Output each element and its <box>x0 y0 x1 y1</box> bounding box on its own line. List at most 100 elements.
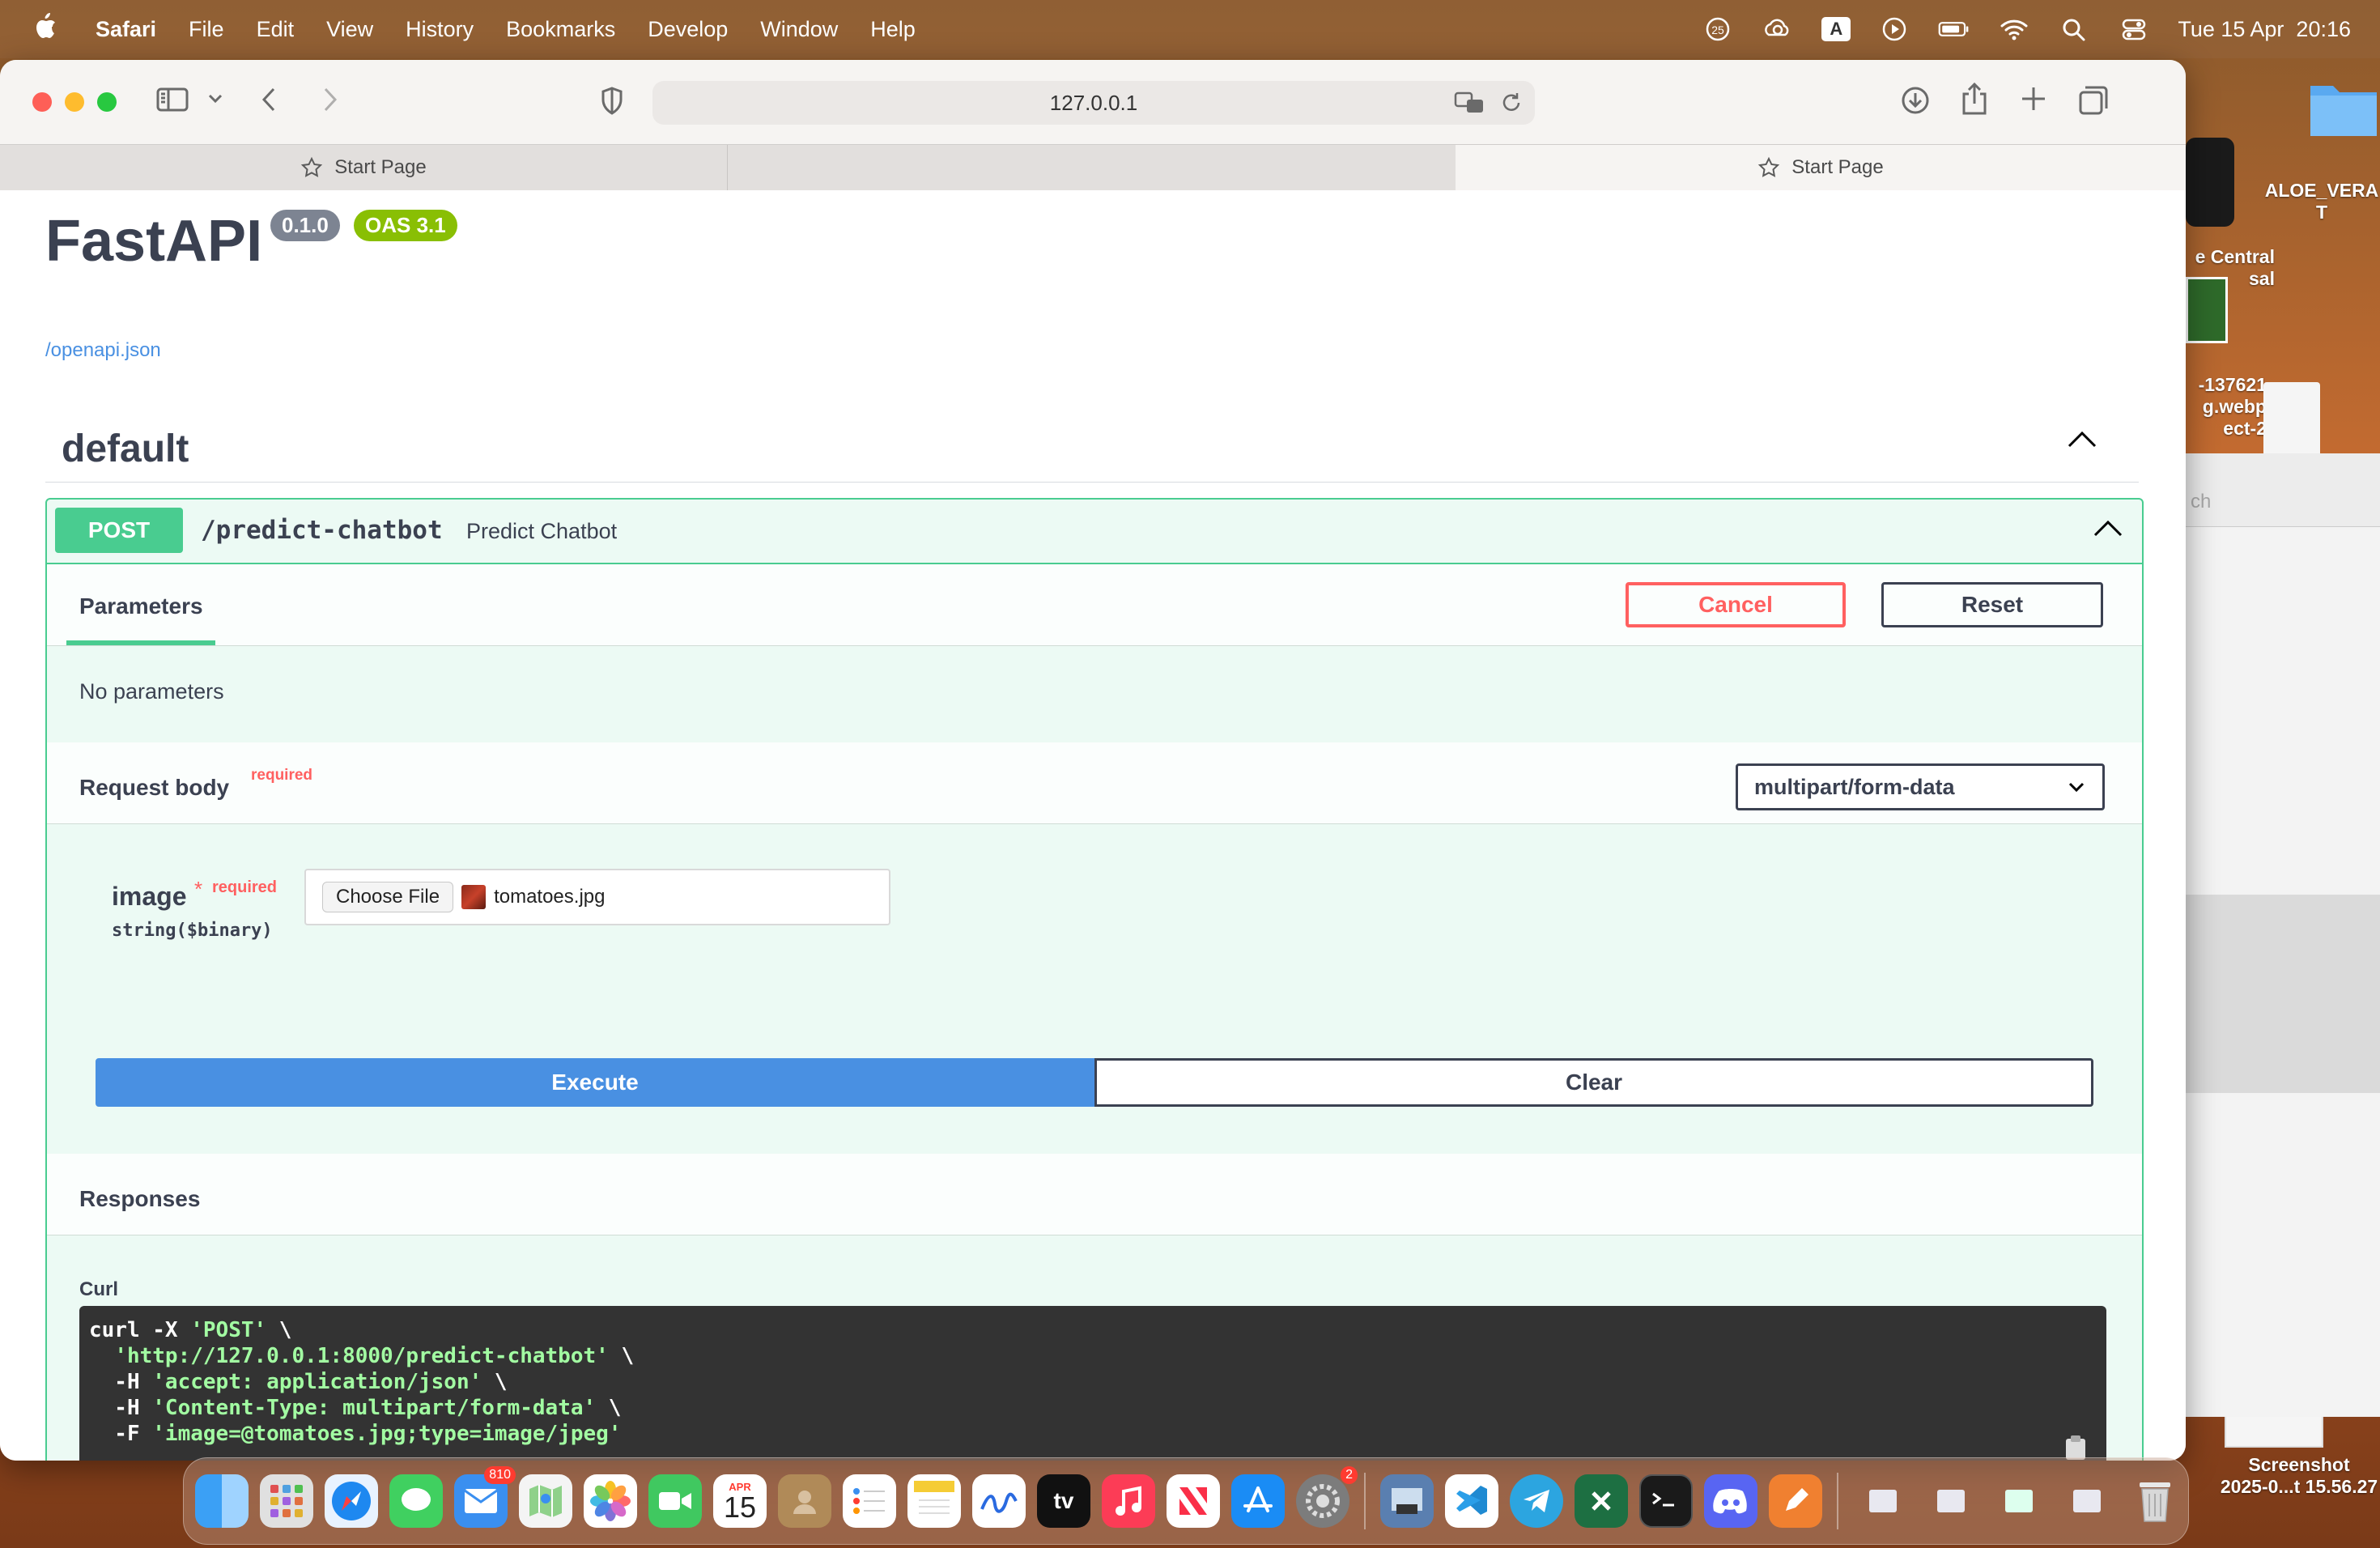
apple-tv-icon[interactable]: tv <box>1037 1474 1090 1528</box>
launchpad-icon[interactable] <box>260 1474 313 1528</box>
menu-view[interactable]: View <box>326 17 373 42</box>
discord-icon[interactable] <box>1704 1474 1757 1528</box>
desktop-folder-label[interactable]: ALOE_VERA T <box>2263 180 2380 223</box>
operation-summary[interactable]: POST /predict-chatbot Predict Chatbot <box>47 500 2142 564</box>
status-badge-icon[interactable]: 25 <box>1702 15 1734 43</box>
new-tab-icon[interactable] <box>2019 84 2048 113</box>
control-center-icon[interactable] <box>2118 15 2150 43</box>
privacy-shield-icon[interactable] <box>599 86 625 117</box>
mail-icon[interactable]: 810 <box>454 1466 516 1528</box>
messages-icon[interactable] <box>389 1474 443 1528</box>
menu-develop[interactable]: Develop <box>648 17 728 42</box>
file-input[interactable]: Choose File tomatoes.jpg <box>304 869 890 925</box>
preview-icon[interactable] <box>1380 1474 1434 1528</box>
menu-help[interactable]: Help <box>870 17 916 42</box>
content-type-value: multipart/form-data <box>1754 774 1955 799</box>
trash-icon[interactable] <box>2128 1474 2182 1528</box>
section-header-default[interactable]: default <box>45 401 2139 483</box>
calendar-icon[interactable]: APR 15 <box>713 1474 767 1528</box>
notes-icon[interactable] <box>907 1474 961 1528</box>
download-icon[interactable] <box>1899 84 1932 117</box>
address-bar[interactable]: 127.0.0.1 <box>652 81 1535 125</box>
battery-icon[interactable] <box>1938 15 1970 43</box>
music-icon[interactable] <box>1102 1474 1155 1528</box>
share-icon[interactable] <box>1959 81 1990 117</box>
image-thumbnail[interactable] <box>2186 277 2228 343</box>
safari-toolbar: 127.0.0.1 <box>0 60 2186 144</box>
facetime-icon[interactable] <box>648 1474 702 1528</box>
back-icon[interactable] <box>257 84 282 115</box>
menu-window[interactable]: Window <box>760 17 838 42</box>
reload-icon[interactable] <box>1499 91 1524 121</box>
app-store-icon[interactable] <box>1231 1474 1285 1528</box>
spotlight-search-icon[interactable] <box>2058 15 2090 43</box>
curl-line-suffix: \ <box>482 1370 508 1394</box>
execute-button[interactable]: Execute <box>96 1058 1094 1107</box>
clear-button[interactable]: Clear <box>1094 1058 2093 1107</box>
excel-icon[interactable] <box>1575 1474 1628 1528</box>
input-source-icon[interactable]: A <box>1821 17 1851 41</box>
cancel-button[interactable]: Cancel <box>1626 582 1846 627</box>
minimized-window-thumbnail[interactable] <box>2005 1490 2033 1512</box>
openapi-json-link[interactable]: /openapi.json <box>45 339 161 362</box>
safari-icon[interactable] <box>325 1474 378 1528</box>
curl-line-string: 'POST' <box>190 1318 267 1342</box>
menu-edit[interactable]: Edit <box>257 17 295 42</box>
apple-menu-icon[interactable] <box>29 12 62 47</box>
oas-badge: OAS 3.1 <box>354 210 457 241</box>
telegram-icon[interactable] <box>1510 1474 1563 1528</box>
param-type: string($binary) <box>112 921 273 941</box>
sidebar-toggle-icon[interactable] <box>155 86 189 113</box>
apple-tv-label: tv <box>1053 1488 1074 1513</box>
close-window-button[interactable] <box>32 92 52 112</box>
zoom-window-button[interactable] <box>97 92 117 112</box>
system-settings-icon[interactable]: 2 <box>1296 1466 1358 1528</box>
finder-icon[interactable] <box>195 1474 249 1528</box>
contacts-icon[interactable] <box>778 1474 831 1528</box>
curl-code-block[interactable]: curl -X 'POST' \ 'http://127.0.0.1:8000/… <box>79 1306 2106 1461</box>
desktop-file-label[interactable]: -137621 g.webp ect-2 <box>2186 374 2267 440</box>
vscode-icon[interactable] <box>1445 1474 1498 1528</box>
freeform-icon[interactable] <box>972 1474 1026 1528</box>
translate-icon[interactable] <box>1454 91 1485 121</box>
tab-start-page-2[interactable]: Start Page <box>1456 145 2186 190</box>
play-icon[interactable] <box>1878 15 1910 43</box>
desktop-screenshot-label[interactable]: Screenshot 2025-0...t 15.56.27 <box>2218 1454 2380 1498</box>
minimize-window-button[interactable] <box>65 92 84 112</box>
wifi-icon[interactable] <box>1998 15 2030 43</box>
terminal-icon[interactable] <box>1639 1474 1693 1528</box>
menubar-datetime[interactable]: Tue 15 Apr 20:16 <box>2178 17 2351 42</box>
chevron-up-icon[interactable] <box>2066 428 2098 453</box>
content-type-select[interactable]: multipart/form-data <box>1736 763 2105 810</box>
minimized-window-thumbnail[interactable] <box>1869 1490 1897 1512</box>
minimized-window-thumbnail[interactable] <box>1937 1490 1965 1512</box>
chevron-down-icon[interactable] <box>207 92 223 105</box>
copy-to-clipboard-icon[interactable] <box>2061 1432 2090 1461</box>
menu-file[interactable]: File <box>189 17 224 42</box>
news-icon[interactable] <box>1167 1474 1220 1528</box>
pencil-app-icon[interactable] <box>1769 1474 1822 1528</box>
tab-empty[interactable] <box>727 145 1456 190</box>
forward-icon[interactable] <box>317 84 342 115</box>
maps-icon[interactable] <box>519 1474 572 1528</box>
tab-label: Start Page <box>1791 156 1884 178</box>
tab-start-page-1[interactable]: Start Page <box>0 145 728 190</box>
reminders-icon[interactable] <box>843 1474 896 1528</box>
reset-button[interactable]: Reset <box>1881 582 2103 627</box>
app-icon[interactable] <box>2186 138 2234 227</box>
tab-parameters[interactable]: Parameters <box>79 593 203 619</box>
menu-bookmarks[interactable]: Bookmarks <box>506 17 615 42</box>
minimized-window-thumbnail[interactable] <box>2073 1490 2101 1512</box>
document-icon[interactable] <box>2263 382 2320 457</box>
selected-file-name: tomatoes.jpg <box>494 886 606 908</box>
folder-icon[interactable] <box>2307 74 2380 139</box>
tab-overview-icon[interactable] <box>2077 84 2110 117</box>
choose-file-button[interactable]: Choose File <box>322 882 454 912</box>
file-thumbnail <box>461 885 487 909</box>
chevron-up-icon[interactable] <box>2092 517 2124 542</box>
menu-history[interactable]: History <box>406 17 474 42</box>
photos-icon[interactable] <box>584 1474 637 1528</box>
menu-app-name[interactable]: Safari <box>96 17 156 42</box>
cloud-sync-icon[interactable] <box>1762 15 1794 43</box>
section-title: default <box>62 427 189 470</box>
